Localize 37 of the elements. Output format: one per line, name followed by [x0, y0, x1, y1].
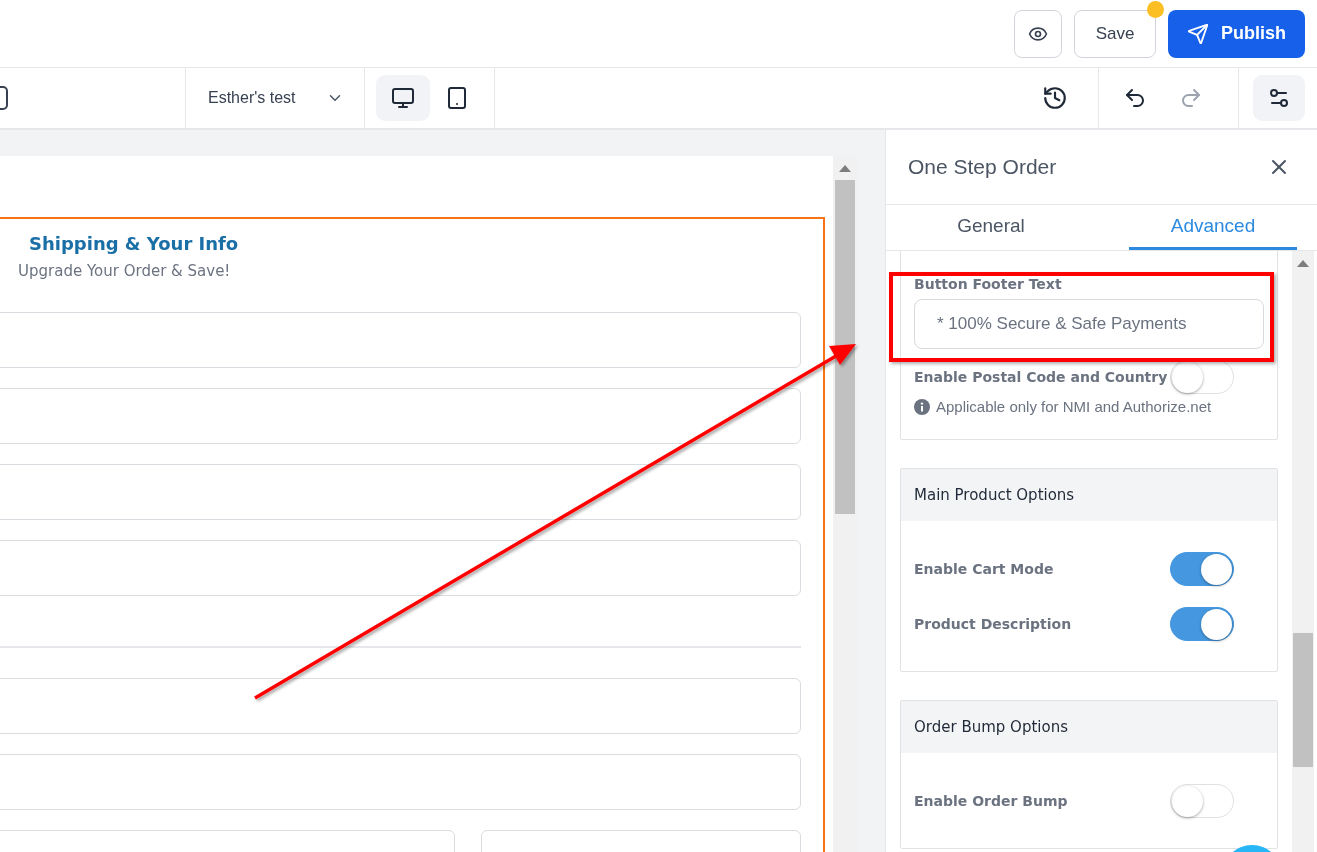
- info-icon: [914, 398, 930, 415]
- monitor-icon: [391, 86, 415, 110]
- card-title: Order Bump Options: [901, 701, 1277, 753]
- sliders-icon: [1267, 86, 1291, 110]
- toggle-label: Product Description: [914, 615, 1072, 632]
- save-button[interactable]: Save: [1074, 9, 1156, 58]
- tab[interactable]: Advanced: [1129, 205, 1297, 250]
- input-field[interactable]: [0, 678, 801, 734]
- input-field[interactable]: [0, 754, 801, 810]
- panel-title: One Step Order: [908, 155, 1057, 179]
- toggle-label: Enable Cart Mode: [914, 560, 1054, 577]
- page-dropdown[interactable]: Esther's test: [208, 89, 344, 107]
- footer-text-field[interactable]: * 100% Secure & Safe Payments: [914, 299, 1264, 349]
- toggle-label: Enable Order Bump: [914, 792, 1068, 809]
- scrollbar[interactable]: [1292, 251, 1314, 852]
- preview-button[interactable]: [1014, 9, 1062, 58]
- desktop-view-button[interactable]: [376, 75, 430, 121]
- card-title: Main Product Options: [901, 469, 1277, 521]
- input-field[interactable]: [0, 464, 801, 520]
- section-subtitle: Upgrade Your Order & Save!: [18, 262, 232, 280]
- input-field[interactable]: [0, 312, 801, 368]
- field-label: Button Footer Text: [914, 276, 1063, 292]
- publish-button[interactable]: Publish: [1168, 9, 1305, 58]
- undo-icon[interactable]: [1123, 86, 1147, 110]
- input-field[interactable]: [0, 540, 801, 596]
- tab[interactable]: General: [886, 205, 1096, 250]
- history-icon[interactable]: [1042, 85, 1068, 111]
- toggle-switch[interactable]: [1170, 551, 1234, 586]
- note-text: Applicable only for NMI and Authorize.net: [936, 398, 1212, 415]
- section-title: Shipping & Your Info: [29, 233, 240, 254]
- tablet-icon: [445, 86, 469, 110]
- scrollbar[interactable]: [833, 156, 857, 852]
- toggle-switch[interactable]: [1170, 606, 1234, 641]
- input-field[interactable]: [0, 388, 801, 444]
- toggle-label: Enable Postal Code and Country: [914, 368, 1168, 385]
- send-icon: [1187, 22, 1209, 45]
- settings-button[interactable]: [1253, 75, 1305, 121]
